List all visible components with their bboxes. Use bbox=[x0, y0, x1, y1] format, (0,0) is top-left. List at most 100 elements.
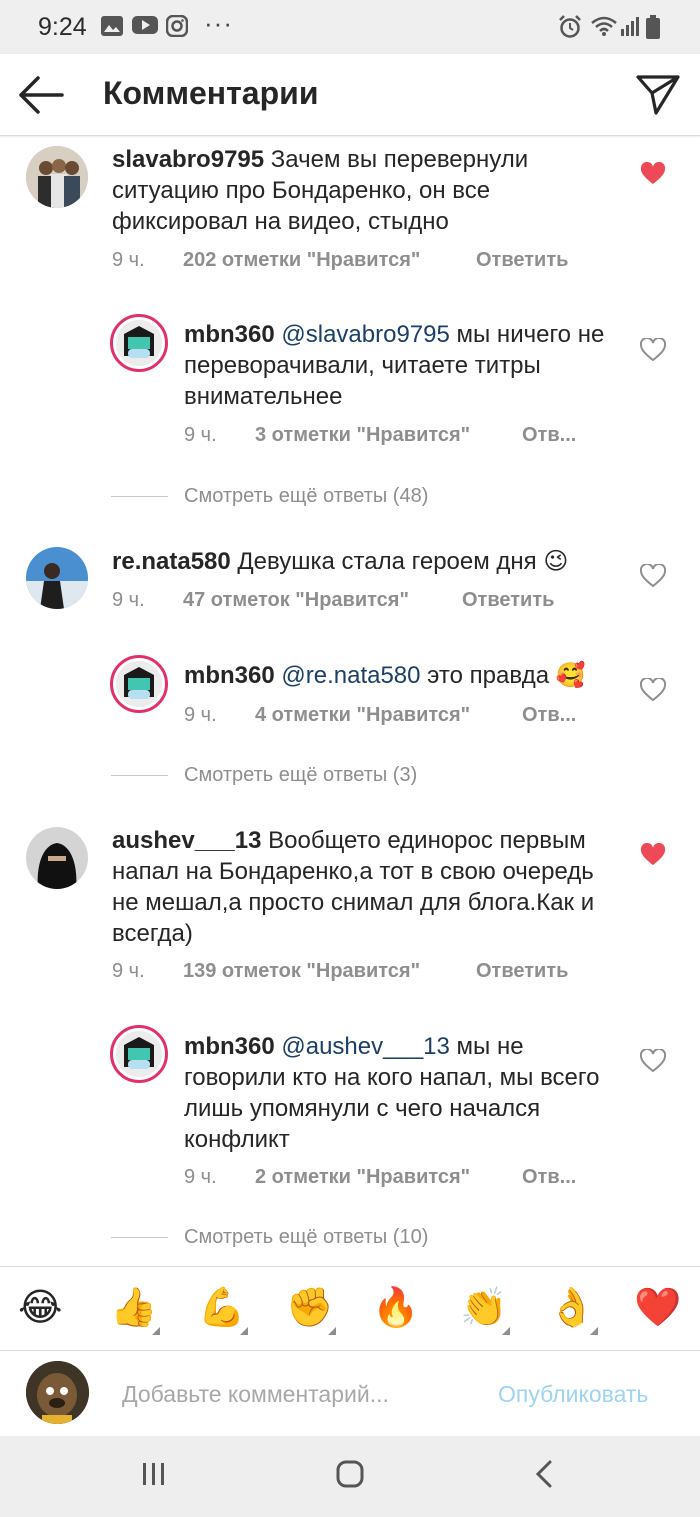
comment-time: 9 ч. bbox=[112, 960, 145, 982]
page-title: Комментарии bbox=[103, 75, 319, 111]
divider bbox=[111, 496, 168, 497]
more-notifications-icon: ··· bbox=[204, 8, 233, 38]
gallery-icon bbox=[101, 16, 123, 36]
battery-icon bbox=[646, 15, 660, 39]
heart-liked-icon[interactable] bbox=[640, 843, 666, 867]
reply-reply-wrap: Отв... bbox=[522, 704, 576, 727]
comment-text: slavabro9795 Зачем вы перевернули ситуац… bbox=[112, 144, 612, 237]
comment-likes[interactable]: 202 отметки "Нравится" bbox=[183, 249, 420, 271]
comment-username[interactable]: slavabro9795 bbox=[112, 146, 264, 173]
reply-button[interactable]: Отв... bbox=[522, 1166, 576, 1188]
emoji-red-heart[interactable]: ❤️ bbox=[634, 1285, 681, 1329]
skin-tone-indicator bbox=[240, 1327, 248, 1335]
comment-text: aushev___13 Вообщето единорос первым нап… bbox=[112, 825, 622, 949]
reply-reply-wrap: Отв... bbox=[522, 1166, 576, 1189]
comment-composer: Добавьте комментарий... Опубликовать bbox=[0, 1350, 700, 1436]
reply-likes-wrap: 4 отметки "Нравится" bbox=[255, 704, 470, 727]
publish-button[interactable]: Опубликовать bbox=[498, 1381, 648, 1408]
skin-tone-indicator bbox=[502, 1327, 510, 1335]
reply-likes[interactable]: 2 отметки "Нравится" bbox=[255, 1166, 470, 1188]
alarm-icon bbox=[559, 15, 581, 38]
heart-outline-icon[interactable] bbox=[640, 338, 666, 362]
status-bar: 9:24 ··· bbox=[0, 0, 700, 54]
comment-reply-wrap: Ответить bbox=[462, 589, 554, 612]
emoji-muscle[interactable]: 💪 bbox=[198, 1285, 245, 1329]
comment-meta: 9 ч. bbox=[112, 249, 145, 272]
avatar bbox=[26, 1361, 89, 1424]
comment-time: 9 ч. bbox=[112, 589, 145, 611]
comment-text: re.nata580 Девушка стала героем дня 😉 bbox=[112, 546, 632, 577]
reply-button[interactable]: Ответить bbox=[476, 249, 568, 271]
reply-button[interactable]: Ответить bbox=[476, 960, 568, 982]
reply-button[interactable]: Отв... bbox=[522, 704, 576, 726]
reply-time-wrap: 9 ч. bbox=[184, 704, 217, 727]
reply-button[interactable]: Отв... bbox=[522, 424, 576, 446]
comment-likes[interactable]: 47 отметок "Нравится" bbox=[183, 589, 409, 611]
emoji-laugh[interactable]: 😂 bbox=[18, 1285, 62, 1329]
avatar[interactable] bbox=[110, 1025, 168, 1083]
direct-share-icon[interactable] bbox=[636, 74, 680, 116]
comment-reply-wrap: Ответить bbox=[476, 249, 568, 272]
reply-mention[interactable]: @slavabro9795 bbox=[281, 321, 449, 348]
divider bbox=[111, 775, 168, 776]
comment-time-wrap: 9 ч. bbox=[112, 589, 145, 612]
reply-time: 9 ч. bbox=[184, 424, 217, 446]
reply-mention[interactable]: @re.nata580 bbox=[281, 662, 420, 689]
divider bbox=[111, 1237, 168, 1238]
reply-text: mbn360 @re.nata580 это правда 🥰 bbox=[184, 660, 624, 691]
reply-username[interactable]: mbn360 bbox=[184, 321, 275, 348]
reply-body: это правда 🥰 bbox=[427, 662, 586, 689]
comment-likes[interactable]: 139 отметок "Нравится" bbox=[183, 960, 420, 982]
reply-username[interactable]: mbn360 bbox=[184, 662, 275, 689]
system-nav-bar bbox=[0, 1436, 700, 1517]
recent-apps-icon[interactable] bbox=[140, 1460, 168, 1488]
reply-likes[interactable]: 3 отметки "Нравится" bbox=[255, 424, 470, 446]
skin-tone-indicator bbox=[590, 1327, 598, 1335]
comment-likes-wrap: 202 отметки "Нравится" bbox=[183, 249, 420, 272]
heart-outline-icon[interactable] bbox=[640, 1049, 666, 1073]
nav-back-icon[interactable] bbox=[534, 1460, 554, 1488]
reply-button[interactable]: Ответить bbox=[462, 589, 554, 611]
top-app-bar: Комментарии bbox=[0, 54, 700, 136]
heart-outline-icon[interactable] bbox=[640, 564, 666, 588]
status-time: 9:24 bbox=[38, 13, 87, 41]
back-arrow-icon[interactable] bbox=[18, 76, 64, 114]
emoji-fire[interactable]: 🔥 bbox=[372, 1285, 419, 1329]
avatar[interactable] bbox=[26, 146, 88, 208]
comment-time-wrap: 9 ч. bbox=[112, 960, 145, 983]
emoji-quick-bar: 😂 👍 💪 ✊ 🔥 👏 👌 ❤️ bbox=[0, 1266, 700, 1350]
skin-tone-indicator bbox=[152, 1327, 160, 1335]
emoji-thumbs-up[interactable]: 👍 bbox=[110, 1285, 157, 1329]
comment-username[interactable]: re.nata580 bbox=[112, 548, 231, 575]
emoji-fist[interactable]: ✊ bbox=[286, 1285, 333, 1329]
comment-reply-wrap: Ответить bbox=[476, 960, 568, 983]
reply-likes[interactable]: 4 отметки "Нравится" bbox=[255, 704, 470, 726]
heart-outline-icon[interactable] bbox=[640, 678, 666, 702]
reply-time: 9 ч. bbox=[184, 1166, 217, 1188]
view-more-replies[interactable]: Смотреть ещё ответы (10) bbox=[184, 1226, 428, 1249]
avatar[interactable] bbox=[26, 547, 88, 609]
avatar[interactable] bbox=[110, 314, 168, 372]
comment-input[interactable]: Добавьте комментарий... bbox=[122, 1381, 389, 1408]
reply-time-wrap: 9 ч. bbox=[184, 1166, 217, 1189]
youtube-icon bbox=[132, 16, 158, 34]
reply-username[interactable]: mbn360 bbox=[184, 1033, 275, 1060]
view-more-replies[interactable]: Смотреть ещё ответы (3) bbox=[184, 764, 417, 787]
reply-mention[interactable]: @aushev___13 bbox=[281, 1033, 450, 1060]
avatar[interactable] bbox=[26, 827, 88, 889]
home-icon[interactable] bbox=[336, 1460, 364, 1488]
wifi-icon bbox=[591, 16, 617, 36]
reply-time-wrap: 9 ч. bbox=[184, 424, 217, 447]
view-more-replies[interactable]: Смотреть ещё ответы (48) bbox=[184, 485, 428, 508]
comment-username[interactable]: aushev___13 bbox=[112, 827, 261, 854]
emoji-clap[interactable]: 👏 bbox=[460, 1285, 507, 1329]
reply-reply-wrap: Отв... bbox=[522, 424, 576, 447]
avatar[interactable] bbox=[110, 655, 168, 713]
comment-time: 9 ч. bbox=[112, 249, 145, 271]
instagram-icon bbox=[166, 15, 188, 37]
heart-liked-icon[interactable] bbox=[640, 162, 666, 186]
signal-icon bbox=[621, 17, 639, 36]
comment-likes-wrap: 139 отметок "Нравится" bbox=[183, 960, 420, 983]
reply-text: mbn360 @slavabro9795 мы ничего не перево… bbox=[184, 319, 624, 412]
emoji-ok-hand[interactable]: 👌 bbox=[548, 1285, 595, 1329]
